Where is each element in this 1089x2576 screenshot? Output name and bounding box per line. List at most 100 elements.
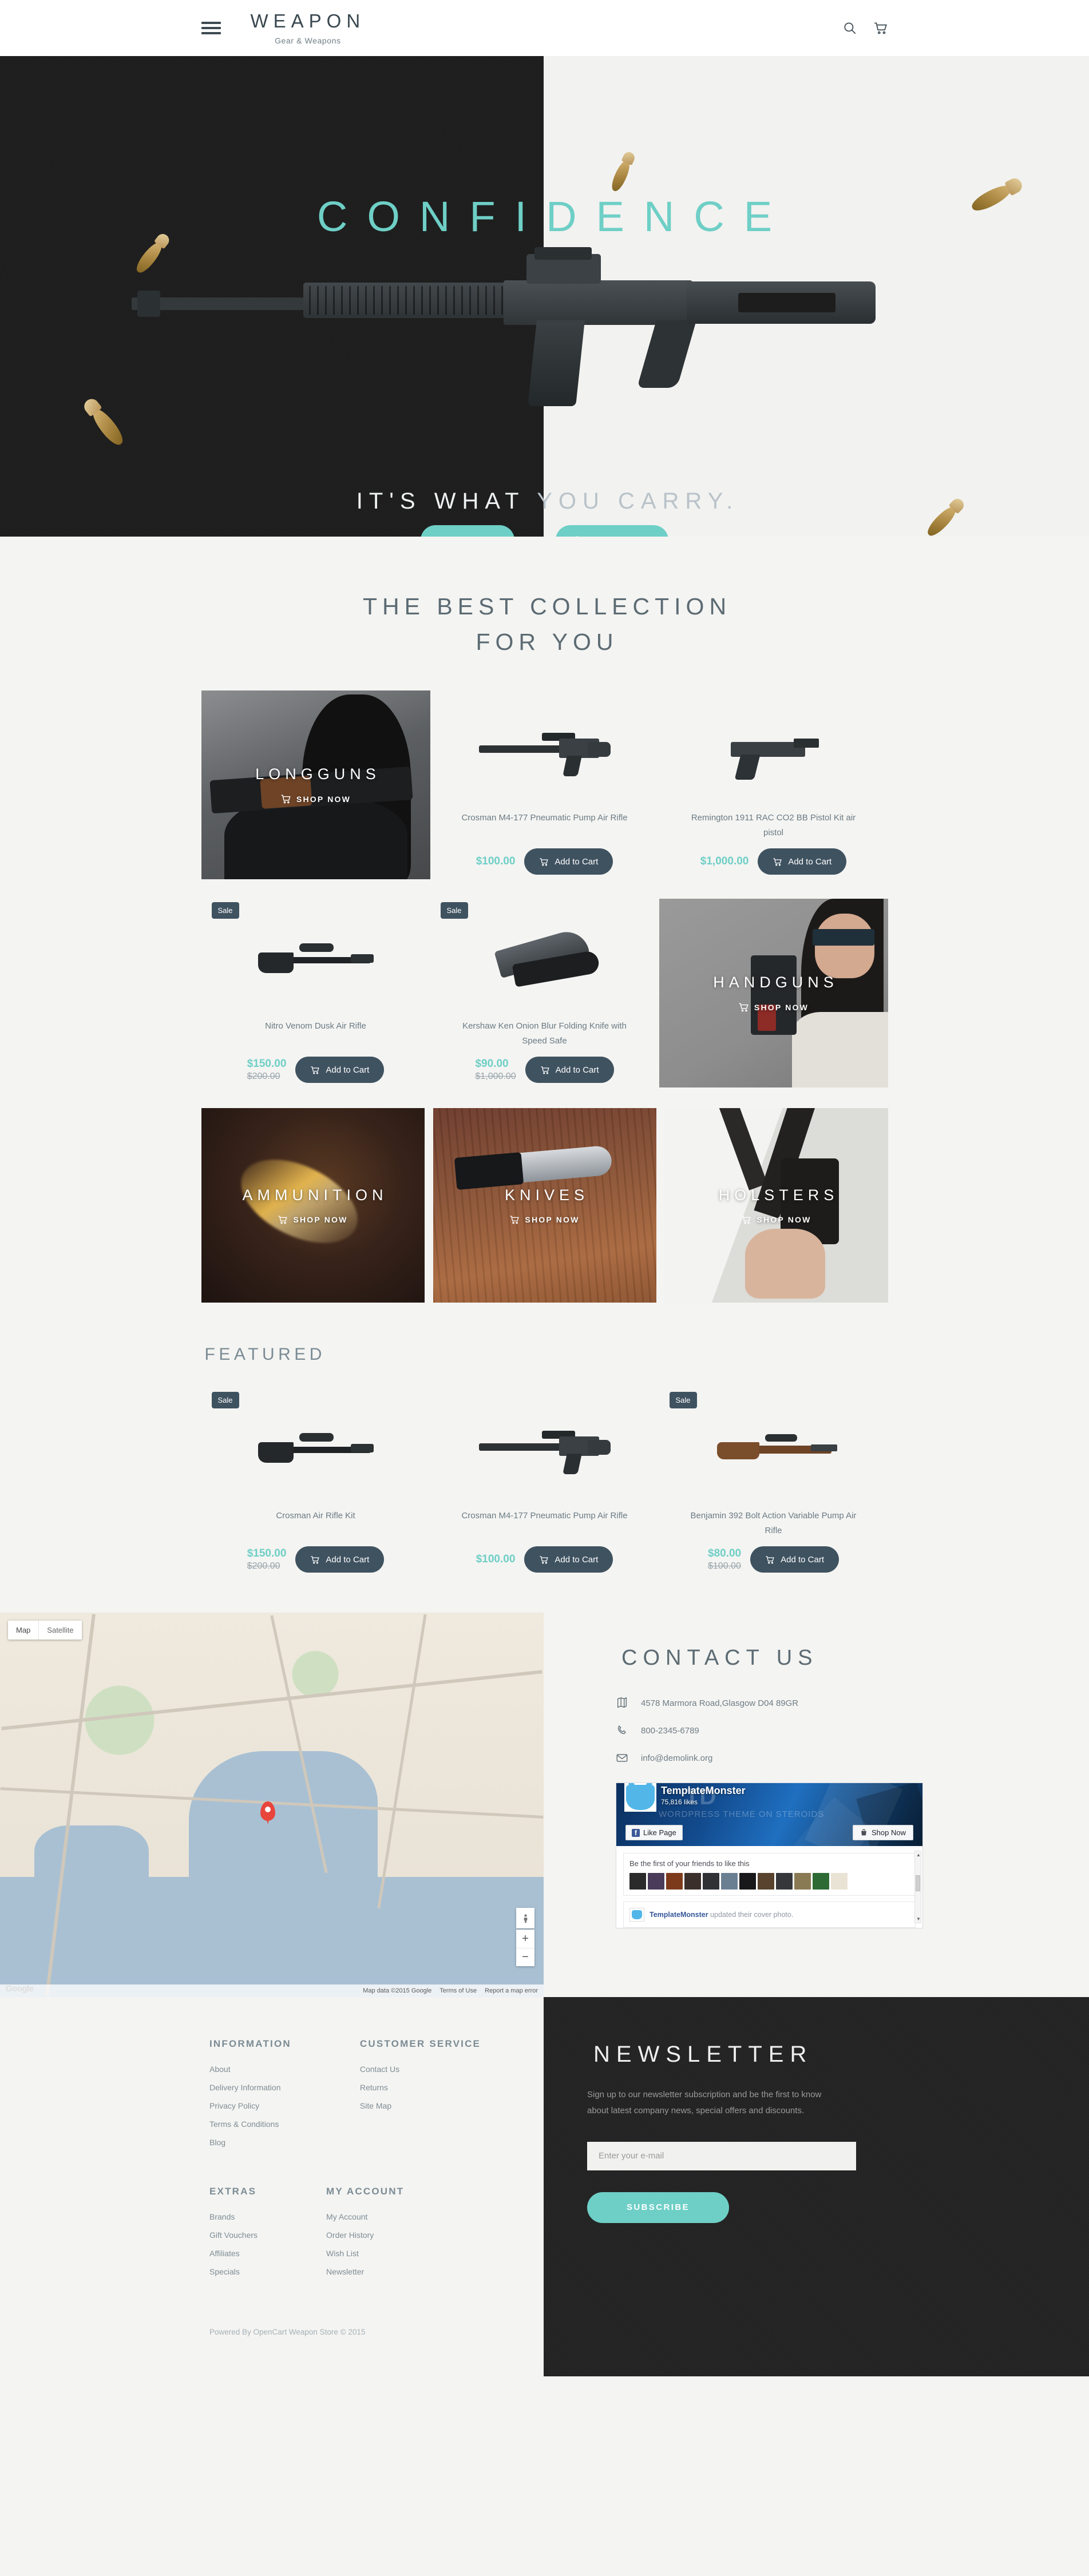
facebook-friends-text: Be the first of your friends to like thi… [629,1859,750,1868]
footer-link-delivery-information[interactable]: Delivery Information [209,2083,291,2092]
facebook-post[interactable]: TemplateMonster updated their cover phot… [623,1902,916,1928]
footer-link-affiliates[interactable]: Affiliates [209,2249,258,2258]
contact-address: 4578 Marmora Road,Glasgow D04 89GR [641,1698,799,1708]
footer-link-contact-us[interactable]: Contact Us [360,2065,481,2074]
footer-link-blog[interactable]: Blog [209,2138,291,2147]
phone-icon [617,1725,626,1734]
category-cta-longguns[interactable]: SHOP NOW [280,793,351,804]
facebook-post-avatar [629,1908,644,1922]
hamburger-menu-icon[interactable] [201,19,221,37]
footer-link-gift-vouchers[interactable]: Gift Vouchers [209,2230,258,2240]
product-image [441,690,649,811]
footer-link-specials[interactable]: Specials [209,2267,258,2276]
product-old-price: $200.00 [247,1561,280,1571]
product-price-box: $90.00 $1,000.00 [475,1057,516,1082]
newsletter-email-input[interactable] [587,2141,856,2170]
facebook-like-label: Like Page [643,1828,676,1837]
add-to-cart-label: Add to Cart [326,1554,370,1565]
facebook-like-button[interactable]: f Like Page [625,1825,683,1840]
map-terms-link[interactable]: Terms of Use [439,1987,477,1994]
category-tile-longguns[interactable]: LONGGUNS SHOP NOW [201,690,430,879]
footer-link-wish-list[interactable]: Wish List [326,2249,404,2258]
product-card[interactable]: Remington 1911 RAC CO2 BB Pistol Kit air… [659,690,888,879]
featured-section: FEATURED Sale Crosman Air Rifle Kit $150… [201,1345,888,1573]
sale-badge: Sale [669,1392,697,1408]
scroll-up-arrow[interactable]: ▲ [916,1852,921,1857]
map-type-map[interactable]: Map [8,1621,38,1640]
add-to-cart-button[interactable]: Add to Cart [295,1546,385,1573]
scrollbar-thumb[interactable] [916,1875,920,1891]
category-cta-handguns[interactable]: SHOP NOW [738,1002,809,1013]
category-cta-holsters[interactable]: SHOP NOW [741,1214,811,1225]
add-to-cart-button[interactable]: Add to Cart [295,1057,385,1083]
hero-shop-now-button[interactable]: SHOP NOW [556,525,669,537]
product-card[interactable]: Crosman M4-177 Pneumatic Pump Air Rifle … [430,1388,659,1573]
map-marker-pin[interactable] [260,1801,275,1824]
cart-icon[interactable] [873,21,888,35]
facebook-avatar [624,1783,656,1812]
footer-link-brands[interactable]: Brands [209,2212,258,2221]
show-all-button[interactable]: SHOW ALL [420,525,515,537]
add-to-cart-button[interactable]: Add to Cart [758,848,847,875]
newsletter-title: NEWSLETTER [593,2042,813,2067]
product-old-price: $1,000.00 [475,1071,516,1081]
street-view-button[interactable] [516,1908,534,1928]
product-card[interactable]: Sale Benjamin 392 Bolt Action Variable P… [659,1388,888,1573]
facebook-scrollbar[interactable]: ▲ ▼ [914,1851,921,1923]
product-card[interactable]: Sale Kershaw Ken Onion Blur Folding Knif… [430,899,659,1087]
category-tile-knives[interactable]: KNIVES SHOP NOW [433,1108,656,1303]
footer-link-my-account[interactable]: My Account [326,2212,404,2221]
page-root: WEAPON Gear & Weapons CONFIDENCE IT'S WH… [0,0,1089,2376]
footer-link-terms-conditions[interactable]: Terms & Conditions [209,2119,291,2129]
add-to-cart-button[interactable]: Add to Cart [524,848,613,875]
product-card[interactable]: Sale Crosman Air Rifle Kit $150.00 $200.… [201,1388,430,1573]
facebook-post-author[interactable]: TemplateMonster [650,1911,708,1919]
contact-phone[interactable]: 800-2345-6789 [641,1726,699,1736]
facebook-page-widget[interactable]: TD WORDPRESS THEME ON STEROIDS TemplateM… [616,1783,923,1928]
map-zoom-controls[interactable]: + − [516,1930,534,1966]
contact-section: CONTACT US 4578 Marmora Road,Glasgow D04… [544,1613,1089,1997]
envelope-icon [616,1754,628,1762]
search-icon[interactable] [842,21,857,35]
product-image [441,899,649,1019]
add-to-cart-button[interactable]: Add to Cart [524,1546,613,1573]
footer-link-returns[interactable]: Returns [360,2083,481,2092]
footer-link-site-map[interactable]: Site Map [360,2101,481,2110]
footer-link-newsletter[interactable]: Newsletter [326,2267,404,2276]
footer-columns-bottom: EXTRAS Brands Gift Vouchers Affiliates S… [209,2186,544,2285]
category-tile-handguns[interactable]: HANDGUNS SHOP NOW [659,899,888,1087]
footer-link-privacy-policy[interactable]: Privacy Policy [209,2101,291,2110]
facebook-shop-now-button[interactable]: Shop Now [853,1825,913,1840]
product-card[interactable]: Crosman M4-177 Pneumatic Pump Air Rifle … [430,690,659,879]
contact-email[interactable]: info@demolink.org [641,1753,712,1763]
category-tile-holsters[interactable]: HOLSTERS SHOP NOW [664,1108,888,1303]
show-all-label: SHOW ALL [440,535,495,537]
shopping-bag-icon [861,1829,866,1836]
featured-title: FEATURED [204,1345,326,1364]
map-report-link[interactable]: Report a map error [485,1987,538,1994]
add-to-cart-label: Add to Cart [555,1554,599,1565]
product-price: $1,000.00 [700,855,749,868]
map-zoom-in[interactable]: + [516,1930,534,1948]
category-cta-ammunition[interactable]: SHOP NOW [278,1214,347,1225]
cart-icon [278,1215,288,1224]
category-cta-knives[interactable]: SHOP NOW [509,1214,579,1225]
brand-logo[interactable]: WEAPON Gear & Weapons [251,11,366,45]
map-type-satellite[interactable]: Satellite [38,1621,81,1640]
pistol-thumb-art [708,719,839,782]
product-price: $150.00 [247,1547,287,1560]
google-map[interactable]: Map Satellite + − Google Map data ©2015 … [0,1613,544,1997]
footer-link-order-history[interactable]: Order History [326,2230,404,2240]
product-price-box: $150.00 $200.00 [247,1547,287,1572]
footer-link-about[interactable]: About [209,2065,291,2074]
add-to-cart-label: Add to Cart [326,1065,370,1075]
facebook-page-name: TemplateMonster [661,1785,746,1796]
product-card[interactable]: Sale Nitro Venom Dusk Air Rifle $150.00 … [201,899,430,1087]
subscribe-button[interactable]: SUBSCRIBE [587,2192,729,2223]
scroll-down-arrow[interactable]: ▼ [916,1916,921,1922]
category-tile-ammunition[interactable]: AMMUNITION SHOP NOW [201,1108,425,1303]
map-zoom-out[interactable]: − [516,1948,534,1966]
add-to-cart-button[interactable]: Add to Cart [525,1057,614,1083]
add-to-cart-button[interactable]: Add to Cart [750,1546,839,1573]
map-type-toggle[interactable]: Map Satellite [8,1621,82,1640]
